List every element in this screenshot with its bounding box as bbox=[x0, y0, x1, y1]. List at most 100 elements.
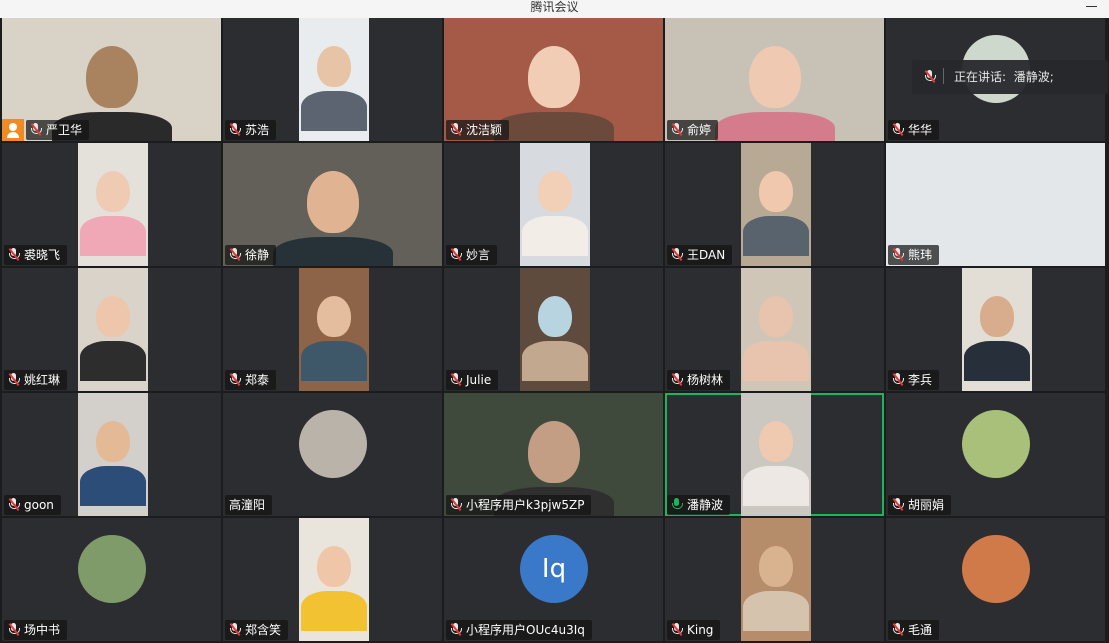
participant-tile[interactable]: 杨树林 bbox=[665, 268, 884, 391]
microphone-muted-icon bbox=[671, 622, 683, 637]
participant-body bbox=[493, 112, 614, 141]
microphone-muted-icon bbox=[450, 247, 462, 262]
participant-initials-avatar: Iq bbox=[520, 535, 588, 603]
participant-video bbox=[741, 393, 811, 516]
participant-name: 王DAN bbox=[687, 248, 726, 262]
participant-tile[interactable]: 熊玮 bbox=[886, 143, 1105, 266]
microphone-muted-icon bbox=[892, 247, 904, 262]
microphone-muted-icon bbox=[450, 497, 462, 512]
participant-name: 小程序用户k3pjw5ZP bbox=[466, 498, 585, 512]
participant-face bbox=[980, 296, 1014, 337]
participant-name-label: 严卫华 bbox=[26, 120, 90, 140]
participant-name-label: King bbox=[667, 620, 721, 640]
participant-name: King bbox=[687, 623, 714, 637]
participant-name: 潘静波 bbox=[687, 498, 724, 512]
participant-name-label: goon bbox=[4, 495, 61, 515]
minimize-button[interactable] bbox=[1086, 6, 1097, 7]
participant-face bbox=[538, 296, 572, 337]
participant-body bbox=[272, 237, 393, 266]
participant-tile[interactable]: 王DAN bbox=[665, 143, 884, 266]
participant-tile[interactable]: 严卫华 bbox=[2, 18, 221, 141]
participant-name-label: 潘静波 bbox=[667, 495, 731, 515]
speaking-name: 潘静波; bbox=[1013, 70, 1054, 84]
participant-tile[interactable]: 郑泰 bbox=[223, 268, 442, 391]
participant-tile[interactable]: 徐静 bbox=[223, 143, 442, 266]
participant-video bbox=[741, 268, 811, 391]
speaking-label: 正在讲话: bbox=[954, 70, 1007, 84]
microphone-muted-icon bbox=[892, 622, 904, 637]
participant-name-label: 李兵 bbox=[888, 370, 940, 390]
participant-video bbox=[78, 143, 148, 266]
participant-name-label: 杨树林 bbox=[667, 370, 731, 390]
participant-face bbox=[759, 421, 793, 462]
participant-name-label: 苏浩 bbox=[225, 120, 277, 140]
participant-tile[interactable]: 高潼阳 bbox=[223, 393, 442, 516]
participant-face bbox=[759, 171, 793, 212]
participant-name: 姚红琳 bbox=[24, 373, 61, 387]
participant-name: 郑泰 bbox=[245, 373, 270, 387]
microphone-muted-icon bbox=[229, 247, 241, 262]
participant-face bbox=[96, 421, 130, 462]
participant-face bbox=[306, 171, 359, 234]
participant-tile[interactable]: 俞婷 bbox=[665, 18, 884, 141]
participant-face bbox=[317, 546, 351, 587]
participant-name-label: 华华 bbox=[888, 120, 940, 140]
participant-name: 毛通 bbox=[908, 623, 933, 637]
participant-body bbox=[743, 340, 809, 381]
participant-tile[interactable]: 苏浩 bbox=[223, 18, 442, 141]
participant-video bbox=[962, 268, 1032, 391]
microphone-muted-icon bbox=[450, 622, 462, 637]
microphone-muted-icon bbox=[892, 497, 904, 512]
participant-tile[interactable]: 姚红琳 bbox=[2, 268, 221, 391]
participant-body bbox=[80, 465, 146, 506]
participant-body bbox=[743, 465, 809, 506]
participant-tile[interactable]: 小程序用户k3pjw5ZP bbox=[444, 393, 663, 516]
participant-body bbox=[714, 112, 835, 141]
participant-face bbox=[85, 46, 138, 109]
participant-name-label: 郑含笑 bbox=[225, 620, 289, 640]
participant-name-label: 小程序用户OUc4u3Iq bbox=[446, 620, 592, 640]
participant-tile[interactable]: Julie bbox=[444, 268, 663, 391]
participant-tile[interactable]: Iq 小程序用户OUc4u3Iq bbox=[444, 518, 663, 641]
participant-name-label: 毛通 bbox=[888, 620, 940, 640]
participant-tile[interactable]: 毛通 bbox=[886, 518, 1105, 641]
participant-tile[interactable]: 妙言 bbox=[444, 143, 663, 266]
participant-tile[interactable]: 潘静波 bbox=[665, 393, 884, 516]
participant-name-label: 徐静 bbox=[225, 245, 277, 265]
participant-name-label: 高潼阳 bbox=[225, 495, 273, 515]
participant-tile[interactable]: King bbox=[665, 518, 884, 641]
participant-name: 胡丽娟 bbox=[908, 498, 945, 512]
participant-name-label: 郑泰 bbox=[225, 370, 277, 390]
participant-tile[interactable]: 裘晓飞 bbox=[2, 143, 221, 266]
video-grid: 严卫华 苏浩 沈洁颖 俞婷 华华裘晓飞 徐静 妙言 王DAN 熊玮姚红琳 郑泰 Julie 杨树林 李兵… bbox=[2, 18, 1105, 641]
participant-name: 苏浩 bbox=[245, 123, 270, 137]
participant-avatar bbox=[78, 535, 146, 603]
participant-face bbox=[527, 421, 580, 484]
participant-body bbox=[80, 340, 146, 381]
participant-tile[interactable]: goon bbox=[2, 393, 221, 516]
microphone-muted-icon bbox=[229, 372, 241, 387]
microphone-muted-icon bbox=[8, 247, 20, 262]
participant-name: 沈洁颖 bbox=[466, 123, 503, 137]
participant-face bbox=[527, 46, 580, 109]
participant-name: 徐静 bbox=[245, 248, 270, 262]
participant-avatar bbox=[962, 535, 1030, 603]
participant-tile[interactable]: 沈洁颖 bbox=[444, 18, 663, 141]
participant-face bbox=[317, 296, 351, 337]
participant-name-label: 熊玮 bbox=[888, 245, 940, 265]
participant-name: 李兵 bbox=[908, 373, 933, 387]
microphone-muted-icon bbox=[229, 122, 241, 137]
microphone-muted-icon bbox=[671, 247, 683, 262]
participant-face bbox=[317, 46, 351, 87]
microphone-muted-icon bbox=[924, 69, 936, 84]
participant-tile[interactable]: 场中书 bbox=[2, 518, 221, 641]
host-user-icon bbox=[2, 119, 24, 141]
participant-name-label: 王DAN bbox=[667, 245, 733, 265]
participant-name-label: 沈洁颖 bbox=[446, 120, 510, 140]
participant-tile[interactable]: 郑含笑 bbox=[223, 518, 442, 641]
title-bar: 腾讯会议 bbox=[0, 0, 1109, 18]
participant-tile[interactable]: 胡丽娟 bbox=[886, 393, 1105, 516]
participant-video bbox=[741, 143, 811, 266]
participant-body bbox=[743, 215, 809, 256]
participant-tile[interactable]: 李兵 bbox=[886, 268, 1105, 391]
